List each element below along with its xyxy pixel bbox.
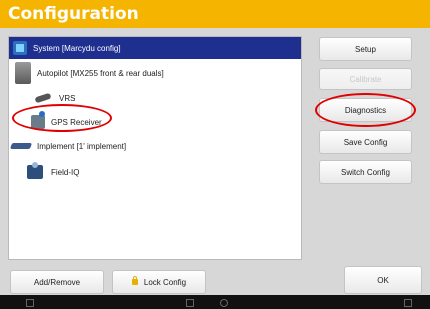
list-item-label: Field-IQ xyxy=(51,167,80,177)
list-item-label: Autopilot [MX255 front & rear duals] xyxy=(37,68,164,78)
window-title: Configuration xyxy=(8,4,139,24)
field-iq-icon xyxy=(27,162,43,179)
vrs-icon xyxy=(34,92,52,104)
nav-menu-icon[interactable] xyxy=(404,299,412,307)
lock-config-label: Lock Config xyxy=(143,277,187,287)
ok-button[interactable]: OK xyxy=(344,266,422,294)
list-item-label: Implement [1' implement] xyxy=(37,141,127,151)
lock-icon xyxy=(131,276,138,285)
list-item-label: System [Marcydu config] xyxy=(33,43,121,53)
system-nav-bar xyxy=(0,295,430,309)
lock-config-button[interactable]: Lock Config xyxy=(112,270,206,294)
device-list[interactable]: System [Marcydu config] Autopilot [MX255… xyxy=(8,36,302,260)
list-item-autopilot[interactable]: Autopilot [MX255 front & rear duals] xyxy=(9,59,301,87)
implement-icon xyxy=(9,143,33,149)
nav-circle-icon[interactable] xyxy=(220,299,228,307)
diagnostics-callout xyxy=(315,93,416,127)
list-item-field-iq[interactable]: Field-IQ xyxy=(9,159,301,185)
nav-back-icon[interactable] xyxy=(186,299,194,307)
autopilot-icon xyxy=(15,62,31,84)
setup-button[interactable]: Setup xyxy=(319,37,412,61)
nav-home-icon[interactable] xyxy=(26,299,34,307)
title-bar: Configuration xyxy=(0,0,430,28)
calibrate-button[interactable]: Calibrate xyxy=(319,68,412,90)
add-remove-button[interactable]: Add/Remove xyxy=(10,270,104,294)
switch-config-button[interactable]: Switch Config xyxy=(319,160,412,184)
gps-receiver-callout xyxy=(12,104,112,132)
save-config-button[interactable]: Save Config xyxy=(319,130,412,154)
list-item-system[interactable]: System [Marcydu config] xyxy=(9,37,301,59)
list-item-implement[interactable]: Implement [1' implement] xyxy=(9,135,301,157)
list-item-label: VRS xyxy=(59,93,76,103)
system-icon xyxy=(13,41,27,55)
